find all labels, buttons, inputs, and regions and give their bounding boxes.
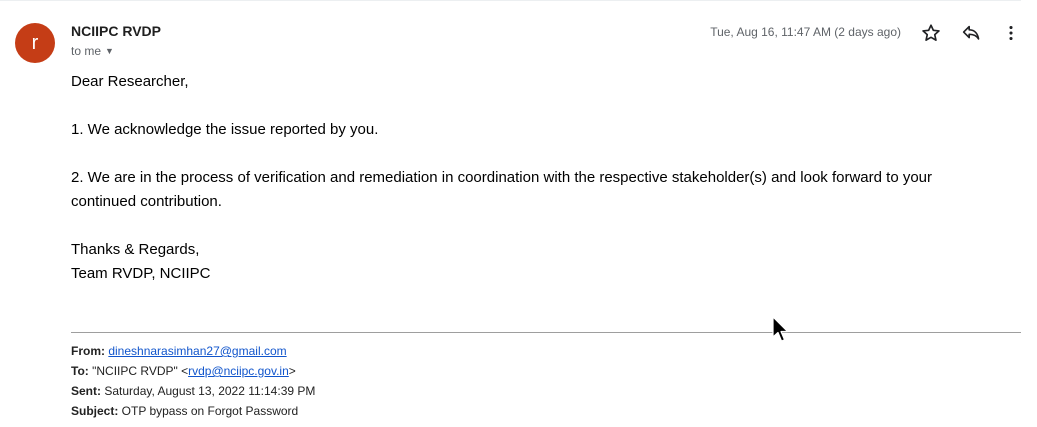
quoted-to-close: > [288, 364, 296, 378]
quoted-subject-label: Subject: [71, 404, 119, 418]
quoted-subject-value: OTP bypass on Forgot Password [118, 404, 299, 418]
quoted-sent-value: Saturday, August 13, 2022 11:14:39 PM [101, 384, 316, 398]
star-button[interactable] [920, 22, 942, 44]
quoted-from-label: From: [71, 344, 105, 358]
signoff: Thanks & Regards, [71, 241, 200, 258]
more-options-button[interactable] [1000, 22, 1022, 44]
quoted-subject-row: Subject: OTP bypass on Forgot Password [71, 401, 315, 421]
sender-name[interactable]: NCIIPC RVDP [71, 23, 161, 39]
paragraph-2-line-2: continued contribution. [71, 193, 222, 210]
email-body: Dear Researcher, 1. We acknowledge the i… [71, 70, 1011, 286]
quoted-header: From: dineshnarasimhan27@gmail.com To: "… [71, 341, 315, 421]
quoted-to-email-link[interactable]: rvdp@nciipc.gov.in [188, 364, 289, 378]
quoted-sent-row: Sent: Saturday, August 13, 2022 11:14:39… [71, 381, 315, 401]
more-vert-icon [1009, 25, 1013, 41]
mouse-pointer-icon [772, 316, 789, 342]
quoted-sent-label: Sent: [71, 384, 101, 398]
recipient-label: to me [71, 44, 102, 58]
signature: Team RVDP, NCIIPC [71, 265, 211, 282]
reply-button[interactable] [960, 22, 982, 44]
quoted-divider [71, 332, 1021, 333]
paragraph-1: 1. We acknowledge the issue reported by … [71, 121, 379, 138]
chevron-down-icon[interactable]: ▼ [105, 46, 114, 56]
email-timestamp: Tue, Aug 16, 11:47 AM (2 days ago) [710, 25, 901, 39]
sender-avatar[interactable]: r [15, 23, 55, 63]
quoted-from-row: From: dineshnarasimhan27@gmail.com [71, 341, 315, 361]
greeting: Dear Researcher, [71, 73, 189, 90]
quoted-to-label: To: [71, 364, 89, 378]
recipient-details-toggle[interactable]: to me ▼ [71, 44, 114, 58]
quoted-from-email-link[interactable]: dineshnarasimhan27@gmail.com [108, 344, 286, 358]
paragraph-2-line-1: 2. We are in the process of verification… [71, 169, 933, 186]
top-divider [0, 0, 1021, 1]
star-icon [922, 24, 940, 41]
quoted-to-row: To: "NCIIPC RVDP" <rvdp@nciipc.gov.in> [71, 361, 315, 381]
quoted-to-name: "NCIIPC RVDP" < [88, 364, 189, 378]
reply-icon [962, 25, 980, 40]
